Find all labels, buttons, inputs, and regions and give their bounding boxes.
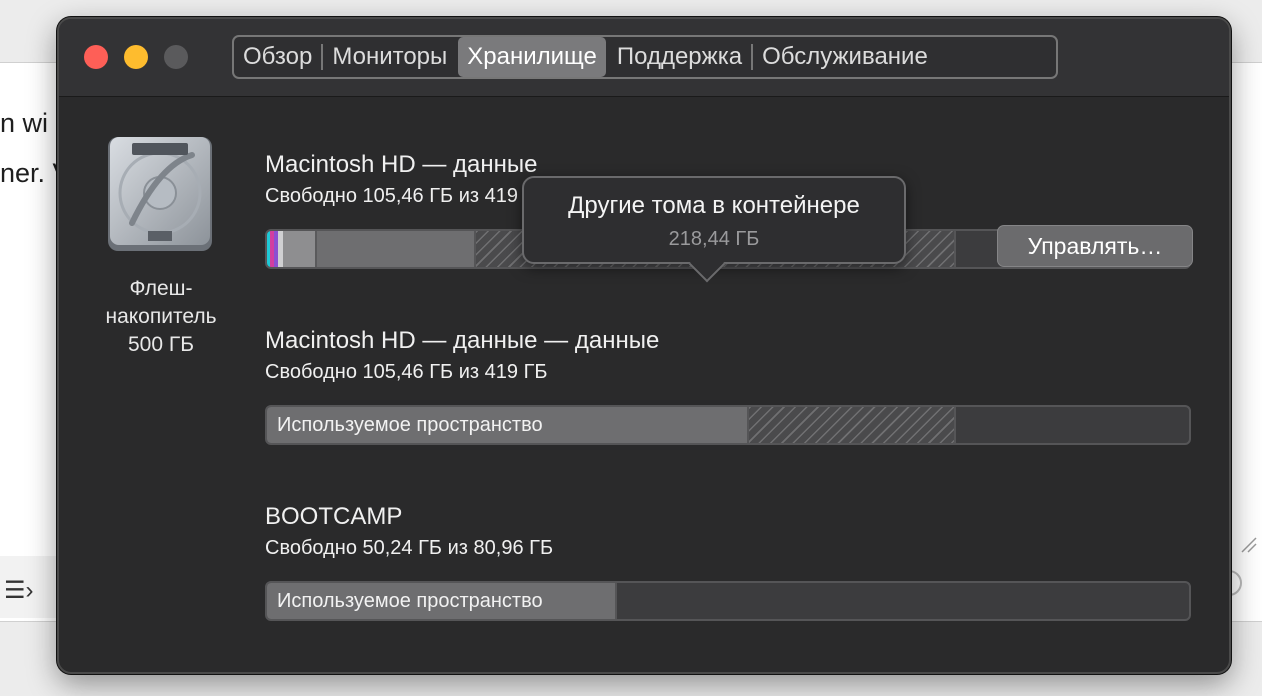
tab-service[interactable]: Обслуживание — [753, 37, 937, 77]
storage-content: Флеш- накопитель 500 ГБ Macintosh HD — д… — [59, 97, 1229, 672]
volume-macintosh-hd-data-data: Macintosh HD — данные — данные Свободно … — [265, 327, 1191, 447]
tooltip-value: 218,44 ГБ — [668, 228, 760, 250]
hard-drive-icon — [108, 137, 212, 251]
minimize-button[interactable] — [124, 45, 148, 69]
segment-divider — [615, 583, 617, 619]
segment-divider — [954, 407, 956, 443]
segment-other[interactable] — [283, 231, 315, 267]
tooltip-arrow — [688, 245, 726, 283]
storage-bar[interactable]: Используемое пространство — [265, 405, 1191, 445]
background-text-line: n wi — [0, 108, 49, 138]
segment-other-volumes[interactable] — [749, 407, 954, 443]
tooltip: Другие тома в контейнере 218,44 ГБ — [522, 176, 906, 283]
manage-button[interactable]: Управлять… — [997, 225, 1193, 267]
tab-support[interactable]: Поддержка — [608, 37, 751, 77]
zoom-button[interactable] — [164, 45, 188, 69]
tooltip-title: Другие тома в контейнере — [568, 192, 860, 219]
list-icon[interactable]: ☰› — [4, 576, 34, 605]
tab-bar: Обзор Мониторы Хранилище Поддержка Обслу… — [232, 35, 1058, 79]
volume-bootcamp: BOOTCAMP Свободно 50,24 ГБ из 80,96 ГБ И… — [265, 503, 1191, 623]
tab-storage[interactable]: Хранилище — [458, 37, 606, 77]
volume-free-space: Свободно 50,24 ГБ из 80,96 ГБ — [265, 537, 554, 559]
system-info-window: Обзор Мониторы Хранилище Поддержка Обслу… — [57, 17, 1231, 674]
storage-bar[interactable]: Используемое пространство — [265, 581, 1191, 621]
drive-capacity: 500 ГБ — [127, 333, 195, 356]
drive-label-line: Флеш- — [129, 277, 193, 300]
used-space-label: Используемое пространство — [277, 414, 543, 436]
drive-label: Флеш- накопитель 500 ГБ — [75, 275, 247, 359]
segment-divider — [954, 231, 956, 267]
volume-free-space: Свободно 105,46 ГБ из 419 ГБ — [265, 361, 548, 383]
volume-name: Macintosh HD — данные — данные — [265, 327, 660, 354]
segment-used[interactable] — [317, 231, 474, 267]
tab-overview[interactable]: Обзор — [234, 37, 321, 77]
close-button[interactable] — [84, 45, 108, 69]
drive-label-line: накопитель — [105, 305, 217, 328]
titlebar: Обзор Мониторы Хранилище Поддержка Обслу… — [59, 19, 1229, 97]
segment-used[interactable]: Используемое пространство — [267, 407, 747, 443]
volume-name: BOOTCAMP — [265, 503, 403, 530]
tab-displays[interactable]: Мониторы — [323, 37, 456, 77]
used-space-label: Используемое пространство — [277, 590, 543, 612]
segment-used[interactable]: Используемое пространство — [267, 583, 615, 619]
resize-handle-icon[interactable] — [1238, 534, 1258, 554]
